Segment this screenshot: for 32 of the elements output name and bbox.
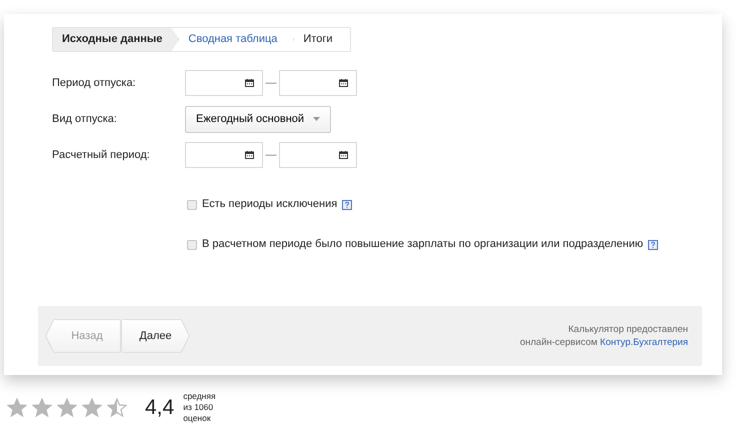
checkbox[interactable] [187, 200, 197, 210]
rating-score: 4,4 [145, 394, 174, 421]
caret-icon [313, 117, 320, 121]
field-label: Расчетный период: [52, 148, 151, 163]
step-tab[interactable]: Исходные данные [53, 28, 180, 51]
date-field[interactable] [279, 70, 357, 96]
star-icon[interactable] [107, 398, 127, 418]
date-field[interactable] [185, 70, 263, 96]
help-icon[interactable] [648, 240, 658, 250]
star-icon[interactable] [82, 398, 102, 418]
credit-text: Калькулятор предоставлен онлайн-сервисом Контур.Бухгалтерия [520, 323, 688, 349]
next-button[interactable]: Далее [122, 320, 189, 352]
checkbox-label[interactable]: В расчетном периоде было повышение зарплаты по организации или подразделению [202, 236, 644, 253]
date-field[interactable] [279, 142, 357, 168]
rating-caption: средняя из 1060 оценок [183, 391, 216, 424]
dash: — [264, 76, 278, 91]
checkbox-label[interactable]: Есть периоды исключения [202, 196, 338, 213]
star-icon[interactable] [7, 398, 27, 418]
field-label: Вид отпуска: [52, 112, 118, 127]
checkbox[interactable] [187, 240, 197, 250]
dash: — [264, 148, 278, 163]
star-icon[interactable] [57, 398, 77, 418]
select-dropdown[interactable]: Ежегодный основной [185, 106, 332, 132]
credit-link[interactable]: Контур.Бухгалтерия [600, 337, 688, 348]
star-icon[interactable] [32, 398, 52, 418]
field-label: Период отпуска: [52, 76, 137, 91]
help-icon[interactable] [342, 200, 352, 210]
calendar-icon[interactable] [339, 151, 348, 159]
calendar-icon[interactable] [339, 79, 348, 87]
date-field[interactable] [185, 142, 263, 168]
calendar-icon[interactable] [245, 151, 254, 159]
calendar-icon[interactable] [245, 79, 254, 87]
